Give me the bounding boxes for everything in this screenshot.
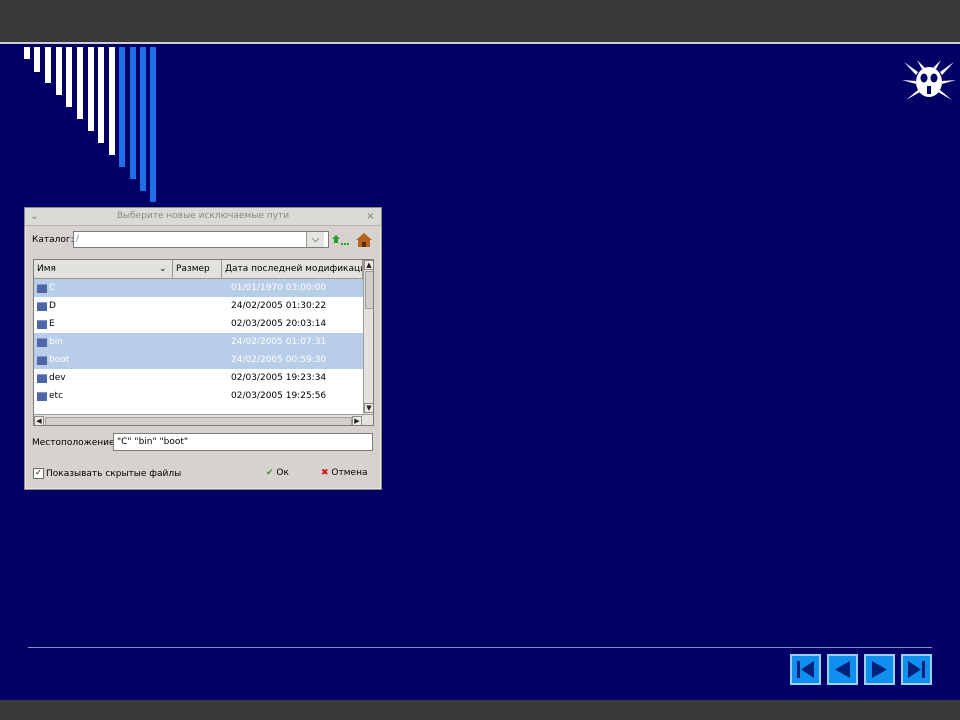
show-hidden-label: Показывать скрытые файлы [46, 469, 182, 479]
top-bar [0, 0, 960, 44]
column-header-modified[interactable]: Дата последней модификации [222, 260, 363, 279]
decorative-stripe [150, 47, 156, 202]
dialog-titlebar: ⌄ Выберите новые исключаемые пути × [25, 208, 381, 226]
cancel-x-icon: ✖ [321, 468, 329, 478]
file-row[interactable]: C 01/01/1970 03:00:00 [34, 279, 363, 297]
footer-divider [28, 647, 932, 648]
decorative-stripe [98, 47, 104, 143]
scroll-left-arrow-icon[interactable]: ◀ [34, 416, 44, 425]
file-name: E [49, 319, 55, 329]
catalog-combobox[interactable]: / [73, 231, 329, 248]
catalog-value: / [76, 234, 80, 244]
folder-icon [37, 338, 47, 347]
decorative-stripe [140, 47, 146, 191]
file-date: 02/03/2005 19:23:34 [231, 373, 327, 383]
location-label: Местоположение: [32, 438, 118, 448]
file-name: C [49, 283, 56, 293]
file-name: boot [49, 355, 70, 365]
home-icon[interactable] [355, 232, 373, 248]
drweb-spider-logo-icon [902, 60, 956, 100]
dialog-title: Выберите новые исключаемые пути [116, 211, 290, 221]
bottom-bar [0, 700, 960, 720]
checkmark-icon: ✔ [266, 468, 274, 478]
location-value: "C" "bin" "boot" [117, 437, 189, 447]
scroll-up-arrow-icon[interactable]: ▲ [364, 260, 373, 270]
file-date: 24/02/2005 01:30:22 [231, 301, 327, 311]
column-header-name[interactable]: Имя ⌄ [34, 260, 173, 279]
file-list[interactable]: Имя ⌄ Размер Дата последней модификации … [33, 259, 374, 426]
ok-button-label: Ок [276, 468, 289, 478]
next-slide-icon [872, 661, 887, 678]
file-date: 02/03/2005 19:25:56 [231, 391, 327, 401]
cancel-button-label: Отмена [331, 468, 368, 478]
previous-slide-icon [835, 661, 850, 678]
horizontal-scrollbar[interactable]: ◀ ▶ [34, 414, 373, 425]
top-bar-edge [0, 42, 960, 44]
file-name: dev [49, 373, 66, 383]
horizontal-scroll-thumb[interactable] [45, 417, 352, 425]
decorative-stripe [109, 47, 115, 155]
last-slide-button[interactable] [901, 654, 932, 685]
cancel-button[interactable]: ✖ Отмена [321, 466, 367, 480]
catalog-label: Каталог: [32, 235, 74, 245]
file-name: D [49, 301, 56, 311]
file-name: etc [49, 391, 64, 401]
previous-slide-button[interactable] [827, 654, 858, 685]
vertical-scrollbar[interactable]: ▲ ▼ [363, 260, 373, 414]
folder-icon [37, 392, 47, 401]
file-date: 02/03/2005 20:03:14 [231, 319, 327, 329]
show-hidden-checkbox[interactable]: ✓ [33, 468, 44, 479]
file-row[interactable]: dev 02/03/2005 19:23:34 [34, 369, 363, 387]
location-input[interactable]: "C" "bin" "boot" [113, 433, 373, 451]
file-date: 24/02/2005 01:07:31 [231, 337, 327, 347]
decorative-stripe [24, 47, 30, 59]
file-row[interactable]: D 24/02/2005 01:30:22 [34, 297, 363, 315]
select-exclude-paths-dialog: ⌄ Выберите новые исключаемые пути × Ката… [24, 207, 382, 490]
folder-icon [37, 356, 47, 365]
decorative-stripe [56, 47, 62, 95]
decorative-stripe [119, 47, 125, 167]
scroll-down-arrow-icon[interactable]: ▼ [364, 403, 373, 413]
sort-chevron-icon: ⌄ [159, 264, 167, 274]
decorative-stripe [88, 47, 94, 131]
file-name: bin [49, 337, 63, 347]
folder-icon [37, 374, 47, 383]
vertical-scroll-thumb[interactable] [365, 271, 373, 309]
file-row[interactable]: bin 24/02/2005 01:07:31 [34, 333, 363, 351]
up-folder-icon[interactable] [332, 232, 350, 248]
decorative-stripe [45, 47, 51, 83]
next-slide-button[interactable] [864, 654, 895, 685]
column-header-size[interactable]: Размер [173, 260, 222, 279]
file-row[interactable]: boot 24/02/2005 00:59:30 [34, 351, 363, 369]
decorative-stripe [66, 47, 72, 107]
first-slide-button[interactable] [790, 654, 821, 685]
decorative-stripe [34, 47, 40, 72]
folder-icon [37, 284, 47, 293]
folder-icon [37, 320, 47, 329]
first-slide-icon [797, 661, 814, 678]
folder-icon [37, 302, 47, 311]
close-icon[interactable]: × [365, 211, 376, 222]
file-date: 24/02/2005 00:59:30 [231, 355, 327, 365]
last-slide-icon [908, 661, 925, 678]
decorative-stripe [130, 47, 136, 179]
file-row[interactable]: etc 02/03/2005 19:25:56 [34, 387, 363, 405]
scroll-right-arrow-icon[interactable]: ▶ [352, 416, 362, 425]
chevron-down-icon[interactable]: ⌵ [306, 232, 324, 247]
file-row[interactable]: E 02/03/2005 20:03:14 [34, 315, 363, 333]
decorative-stripe [77, 47, 83, 119]
ok-button[interactable]: ✔ Ок [266, 466, 289, 480]
file-date: 01/01/1970 03:00:00 [231, 283, 327, 293]
